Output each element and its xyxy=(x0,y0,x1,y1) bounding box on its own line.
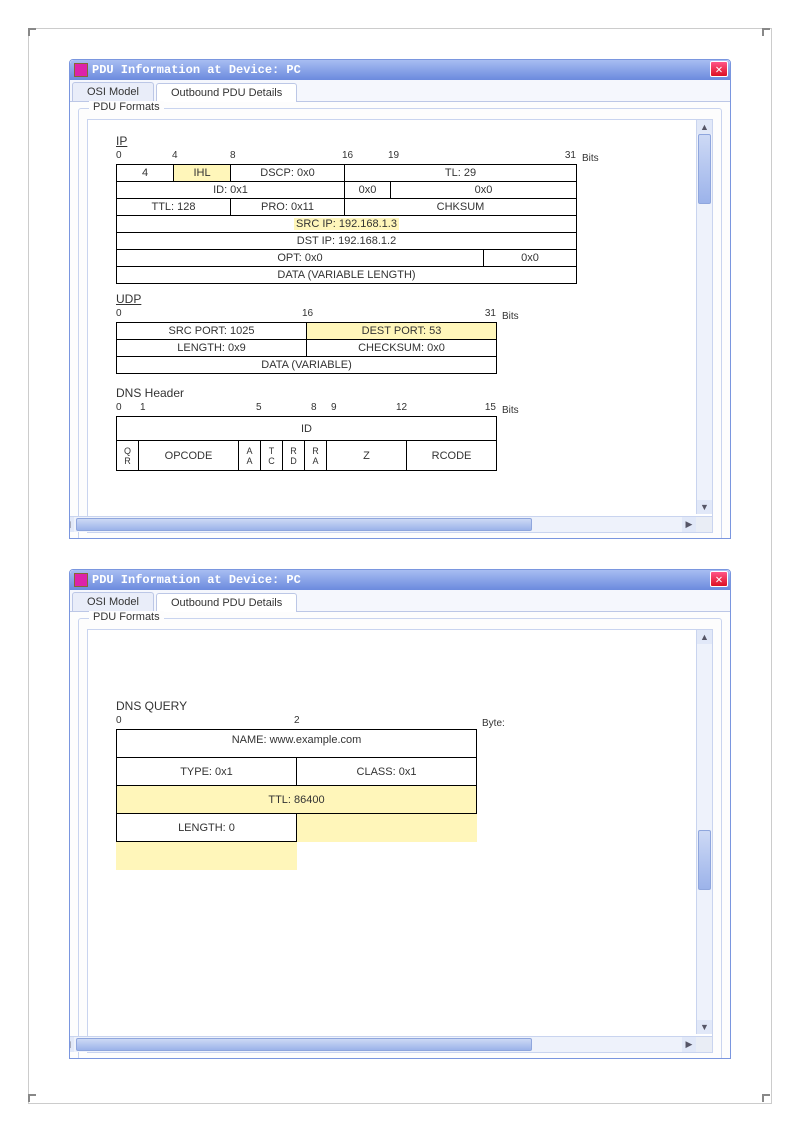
window-title: PDU Information at Device: PC xyxy=(92,573,301,587)
dns-aa: AA xyxy=(239,441,261,471)
pdu-formats-fieldset: PDU Formats IP 0 4 8 16 19 31 Bits xyxy=(78,108,722,539)
ip-data: DATA (VARIABLE LENGTH) xyxy=(117,267,577,284)
pdu-formats-fieldset: PDU Formats DNS QUERY 0 2 Byte: NAME: ww… xyxy=(78,618,722,1059)
pdu-window-1: PDU Information at Device: PC ✕ OSI Mode… xyxy=(69,59,731,539)
ip-id: ID: 0x1 xyxy=(117,182,345,199)
dns-query-pad xyxy=(297,814,477,842)
dns-ra: RA xyxy=(305,441,327,471)
dns-tc: TC xyxy=(261,441,283,471)
ip-frag-offset: 0x0 xyxy=(391,182,577,199)
udp-header-table: SRC PORT: 1025 DEST PORT: 53 LENGTH: 0x9… xyxy=(116,322,497,374)
window-title: PDU Information at Device: PC xyxy=(92,63,301,77)
close-button[interactable]: ✕ xyxy=(710,571,728,587)
tab-outbound-pdu[interactable]: Outbound PDU Details xyxy=(156,83,297,102)
scroll-thumb-h[interactable] xyxy=(76,518,532,531)
titlebar[interactable]: PDU Information at Device: PC ✕ xyxy=(70,570,730,590)
udp-ruler: 0 16 31 xyxy=(116,308,496,322)
ip-total-length: TL: 29 xyxy=(345,165,577,182)
dns-query-table: NAME: www.example.com TYPE: 0x1 CLASS: 0… xyxy=(116,729,477,870)
ip-padding: 0x0 xyxy=(484,250,577,267)
scroll-left-icon[interactable]: ◀ xyxy=(69,1037,74,1052)
ip-src: SRC IP: 192.168.1.3 xyxy=(117,216,577,233)
dns-qr: QR xyxy=(117,441,139,471)
app-icon xyxy=(74,63,88,77)
tab-bar: OSI Model Outbound PDU Details xyxy=(70,80,730,102)
udp-data: DATA (VARIABLE) xyxy=(117,357,497,374)
scroll-right-icon[interactable]: ▶ xyxy=(682,517,696,532)
dns-header-ruler: 0 1 5 8 9 12 15 xyxy=(116,402,496,416)
dns-header-label: DNS Header xyxy=(116,386,706,400)
dns-rd: RD xyxy=(283,441,305,471)
ip-ihl: IHL xyxy=(174,165,231,182)
dns-query-type: TYPE: 0x1 xyxy=(117,758,297,786)
scroll-down-icon[interactable]: ▼ xyxy=(697,1020,712,1034)
vertical-scrollbar[interactable]: ▲ ▼ xyxy=(696,120,712,514)
udp-section-label: UDP xyxy=(116,292,706,306)
ip-protocol: PRO: 0x11 xyxy=(231,199,345,216)
ip-checksum: CHKSUM xyxy=(345,199,577,216)
tab-outbound-pdu[interactable]: Outbound PDU Details xyxy=(156,593,297,612)
dns-query-class: CLASS: 0x1 xyxy=(297,758,477,786)
tab-osi-model[interactable]: OSI Model xyxy=(72,82,154,101)
scroll-thumb[interactable] xyxy=(698,134,711,204)
ip-dscp: DSCP: 0x0 xyxy=(231,165,345,182)
horizontal-scrollbar[interactable]: ◀ ▶ xyxy=(69,516,712,532)
pdu-window-2: PDU Information at Device: PC ✕ OSI Mode… xyxy=(69,569,731,1059)
tab-osi-model[interactable]: OSI Model xyxy=(72,592,154,611)
app-icon xyxy=(74,573,88,587)
dns-query-length: LENGTH: 0 xyxy=(117,814,297,842)
ip-opt: OPT: 0x0 xyxy=(117,250,484,267)
ip-ruler: 0 4 8 16 19 31 xyxy=(116,150,576,164)
ip-flags: 0x0 xyxy=(345,182,391,199)
fieldset-legend: PDU Formats xyxy=(89,101,164,113)
scroll-thumb-h[interactable] xyxy=(76,1038,532,1051)
dns-z: Z xyxy=(327,441,407,471)
dns-header-table: ID QR OPCODE AA TC RD RA Z RCODE xyxy=(116,416,497,471)
horizontal-scrollbar[interactable]: ◀ ▶ xyxy=(69,1036,712,1052)
titlebar[interactable]: PDU Information at Device: PC ✕ xyxy=(70,60,730,80)
ip-version: 4 xyxy=(117,165,174,182)
ip-ttl: TTL: 128 xyxy=(117,199,231,216)
dns-rcode: RCODE xyxy=(407,441,497,471)
scroll-thumb[interactable] xyxy=(698,830,711,890)
dns-query-ttl: TTL: 86400 xyxy=(117,786,477,814)
scroll-right-icon[interactable]: ▶ xyxy=(682,1037,696,1052)
scroll-up-icon[interactable]: ▲ xyxy=(697,120,712,134)
ip-dst: DST IP: 192.168.1.2 xyxy=(117,233,577,250)
dns-query-label: DNS QUERY xyxy=(116,699,706,713)
udp-length: LENGTH: 0x9 xyxy=(117,340,307,357)
udp-dst-port: DEST PORT: 53 xyxy=(307,323,497,340)
scroll-up-icon[interactable]: ▲ xyxy=(697,630,712,644)
fieldset-legend: PDU Formats xyxy=(89,611,164,623)
close-button[interactable]: ✕ xyxy=(710,61,728,77)
ip-section-label: IP xyxy=(116,134,706,148)
udp-checksum: CHECKSUM: 0x0 xyxy=(307,340,497,357)
scroll-left-icon[interactable]: ◀ xyxy=(69,517,74,532)
vertical-scrollbar[interactable]: ▲ ▼ xyxy=(696,630,712,1034)
scroll-down-icon[interactable]: ▼ xyxy=(697,500,712,514)
tab-bar: OSI Model Outbound PDU Details xyxy=(70,590,730,612)
scroll-area: IP 0 4 8 16 19 31 Bits xyxy=(87,119,713,533)
ip-header-table: 4 IHL DSCP: 0x0 TL: 29 ID: 0x1 0x0 0x0 T… xyxy=(116,164,577,284)
dns-id: ID xyxy=(117,417,497,441)
udp-src-port: SRC PORT: 1025 xyxy=(117,323,307,340)
dns-opcode: OPCODE xyxy=(139,441,239,471)
dns-query-ruler: 0 2 xyxy=(116,715,476,729)
document-frame: PDU Information at Device: PC ✕ OSI Mode… xyxy=(28,28,772,1104)
scroll-area: DNS QUERY 0 2 Byte: NAME: www.example.co… xyxy=(87,629,713,1053)
dns-query-name: NAME: www.example.com xyxy=(117,730,477,758)
